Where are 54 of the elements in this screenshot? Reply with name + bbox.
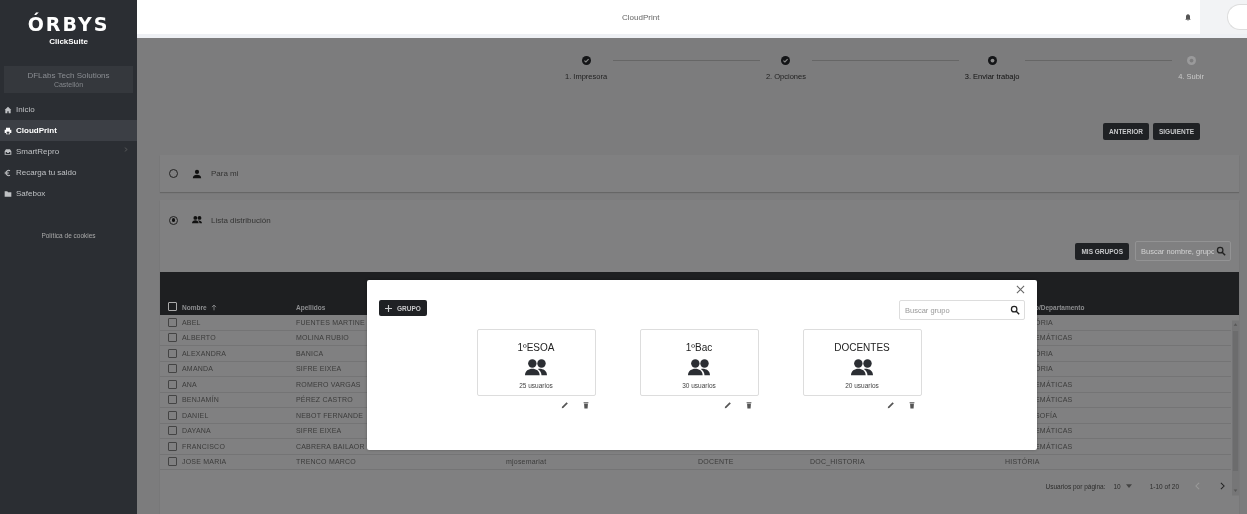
checkbox[interactable] [168, 457, 177, 467]
nav-item[interactable]: Recarga tu saldo [0, 162, 137, 183]
checkbox[interactable] [168, 410, 177, 420]
checkbox[interactable] [168, 302, 177, 311]
checkbox[interactable] [168, 364, 177, 374]
logo: ÓRBYS [27, 14, 110, 34]
edit-button[interactable] [560, 401, 569, 409]
checkbox[interactable] [168, 395, 177, 405]
nav-item[interactable]: Inicio [0, 99, 137, 120]
pencil-icon [886, 401, 895, 409]
caret-down-icon [1125, 484, 1132, 488]
page-title: CloudPrint [622, 12, 660, 22]
pencil-icon [560, 401, 569, 409]
printer-icon [4, 126, 12, 135]
option-label: Lista distribución [211, 215, 271, 225]
nav-item[interactable]: Safebox [0, 183, 137, 204]
pencil-icon [723, 401, 732, 409]
nav-item[interactable]: SmartRepro [0, 141, 137, 162]
chevron-left-icon [1195, 482, 1200, 490]
option-label: Para mi [211, 169, 239, 178]
delete-button[interactable] [907, 401, 916, 409]
search-icon [1010, 305, 1020, 315]
home-icon [4, 105, 12, 114]
bell-icon [1184, 12, 1192, 22]
folder-icon [4, 189, 12, 198]
checkbox[interactable] [168, 348, 177, 358]
delete-button[interactable] [744, 401, 753, 409]
edit-button[interactable] [723, 401, 732, 409]
close-button[interactable] [1016, 285, 1025, 294]
people-icon [192, 215, 202, 225]
search-icon [1216, 246, 1226, 256]
nav-item[interactable]: CloudPrint [0, 120, 137, 141]
group-name: 1ºESOA [517, 342, 555, 353]
checkbox[interactable] [168, 426, 177, 436]
checkbox[interactable] [168, 441, 177, 451]
trash-icon [744, 401, 753, 409]
group-name: 1ºBac [685, 342, 713, 353]
edit-button[interactable] [886, 401, 895, 409]
close-icon [1016, 285, 1025, 294]
group-name: DOCENTES [834, 342, 890, 353]
delete-button[interactable] [581, 401, 590, 409]
chevron-right-icon [1220, 482, 1225, 490]
trash-icon [581, 401, 590, 409]
checkbox[interactable] [168, 379, 177, 389]
tray-icon [4, 147, 12, 156]
product-name: ClickSuite [49, 37, 88, 46]
person-icon [192, 168, 202, 179]
euro-icon [4, 168, 12, 177]
checkbox[interactable] [168, 317, 177, 327]
avatar[interactable] [1227, 4, 1247, 30]
checkbox[interactable] [168, 333, 177, 343]
trash-icon [907, 401, 916, 409]
organization-name: DFLabs Tech Solutions [27, 71, 110, 80]
plus-icon [385, 304, 392, 312]
